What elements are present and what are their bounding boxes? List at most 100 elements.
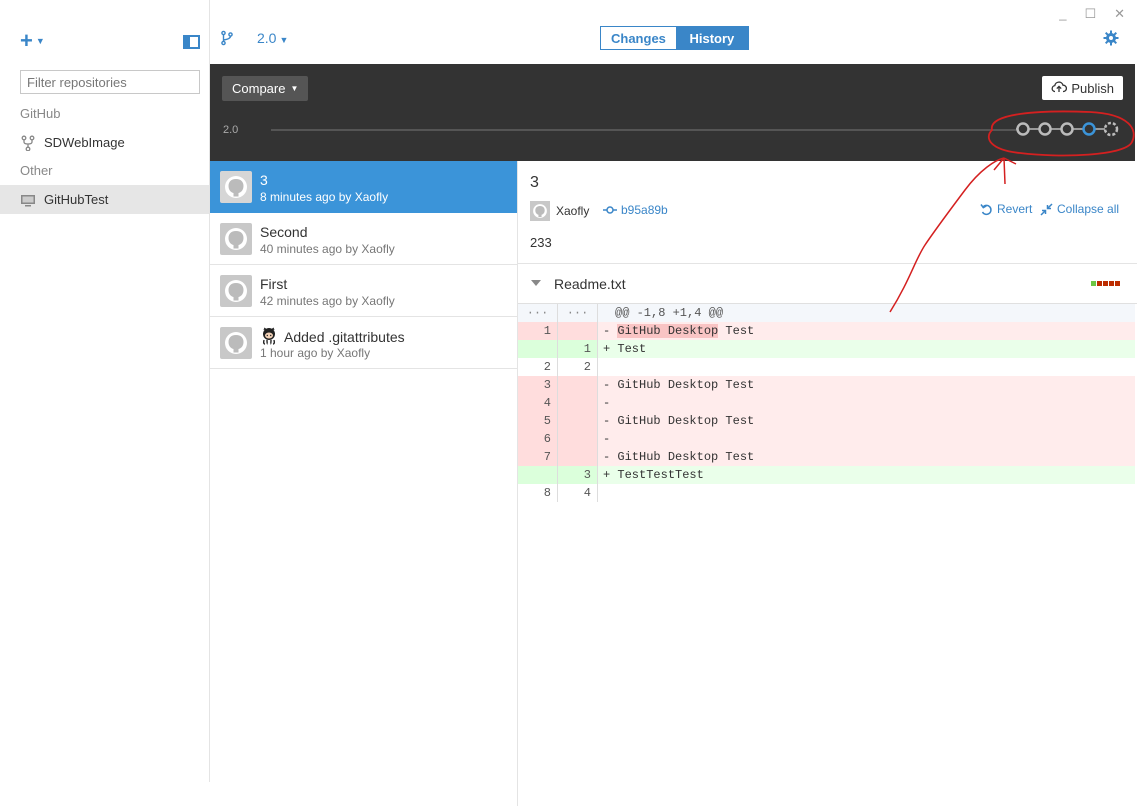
diff-line: 84 — [518, 484, 1135, 502]
compare-button[interactable]: Compare ▼ — [222, 76, 309, 101]
commit-meta: 8 minutes ago by Xaofly — [260, 190, 389, 204]
commit-meta: 42 minutes ago by Xaofly — [260, 294, 395, 308]
diffstat-block — [1115, 281, 1120, 286]
commit-sha-label: b95a89b — [621, 203, 668, 217]
caret-down-icon: ▼ — [290, 84, 299, 93]
commit-title: Added .gitattributes — [284, 329, 405, 345]
collapse-icon — [1040, 202, 1053, 216]
old-line-number: 5 — [518, 412, 558, 430]
new-line-number: 2 — [558, 358, 598, 376]
commit-icon — [603, 206, 617, 214]
new-line-number: 1 — [558, 340, 598, 358]
old-line-number: 2 — [518, 358, 558, 376]
diff-line: 4- — [518, 394, 1135, 412]
diff-line: 3 - GitHub Desktop Test — [518, 376, 1135, 394]
avatar — [220, 171, 252, 203]
caret-down-icon: ▼ — [279, 35, 289, 45]
diffstat-block — [1091, 281, 1096, 286]
commit-description: 233 — [530, 235, 552, 250]
old-line-number: 1 — [518, 322, 558, 340]
file-name: Readme.txt — [554, 276, 626, 292]
collapse-all-button[interactable]: Collapse all — [1040, 202, 1119, 216]
add-repository-button[interactable]: + ▼ — [20, 30, 45, 52]
diff-sign: + — [603, 468, 611, 482]
publish-button[interactable]: Publish — [1042, 76, 1123, 100]
old-line-number: 8 — [518, 484, 558, 502]
diff-text: Test — [617, 342, 647, 356]
diff-line-code: + TestTestTest — [598, 466, 1135, 484]
diff-sign: - — [603, 432, 611, 446]
avatar — [220, 327, 252, 359]
diff-word-highlight: GitHub Desktop — [617, 324, 719, 338]
new-line-number — [558, 376, 598, 394]
annotation-arrow — [889, 157, 1017, 313]
commit-item[interactable]: Second 40 minutes ago by Xaofly — [210, 213, 517, 265]
avatar — [530, 201, 550, 221]
diffstat — [1091, 281, 1120, 286]
old-line-number: ··· — [518, 304, 558, 322]
sidebar-item-label: SDWebImage — [44, 135, 125, 150]
gear-icon[interactable] — [1103, 30, 1119, 49]
group-label-other: Other — [20, 163, 53, 178]
commit-list: 3 8 minutes ago by Xaofly Second 40 minu… — [210, 161, 518, 806]
diff-sign: + — [603, 342, 611, 356]
new-line-number — [558, 412, 598, 430]
diff-line-code: @@ -1,8 +1,4 @@ — [598, 304, 1135, 322]
diff-text: TestTestTest — [617, 468, 704, 482]
diff-sign — [603, 360, 610, 374]
sidebar-item-label: GitHubTest — [44, 192, 109, 207]
sidebar-item-githubtest[interactable]: GitHubTest — [0, 185, 209, 214]
commit-item[interactable]: Added .gitattributes 1 hour ago by Xaofl… — [210, 317, 517, 369]
collapse-file-icon[interactable] — [531, 280, 541, 286]
plus-icon: + — [20, 28, 33, 53]
diff-text: GitHub Desktop Test — [617, 450, 755, 464]
diff-line-code: - GitHub Desktop Test — [598, 322, 1135, 340]
old-line-number: 4 — [518, 394, 558, 412]
diff-line-code: - GitHub Desktop Test — [598, 412, 1135, 430]
publish-label: Publish — [1071, 80, 1114, 96]
collapse-all-label: Collapse all — [1057, 202, 1120, 216]
sidebar-item-sdwebimage[interactable]: SDWebImage — [0, 128, 209, 157]
commit-item[interactable]: 3 8 minutes ago by Xaofly — [210, 161, 517, 213]
diff-line: 5 - GitHub Desktop Test — [518, 412, 1135, 430]
view-switcher: Changes History — [600, 26, 749, 50]
diff-line: 1 - GitHub Desktop Test — [518, 322, 1135, 340]
diff-view: ··· ··· @@ -1,8 +1,4 @@ 1- GitHub Desktop T… — [518, 304, 1137, 502]
commit-title: First — [260, 276, 288, 292]
diffstat-block — [1103, 281, 1108, 286]
branch-name-label: 2.0 — [257, 30, 277, 46]
new-line-number: ··· — [558, 304, 598, 322]
commit-sha-link[interactable]: b95a89b — [603, 203, 668, 217]
new-line-number — [558, 430, 598, 448]
new-line-number — [558, 322, 598, 340]
branch-icon — [220, 30, 234, 49]
diff-line: 7 - GitHub Desktop Test — [518, 448, 1135, 466]
diff-line-code — [598, 484, 1135, 502]
commit-item[interactable]: First 42 minutes ago by Xaofly — [210, 265, 517, 317]
toggle-sidebar-icon[interactable] — [183, 35, 200, 49]
commit-detail-title: 3 — [530, 174, 539, 191]
diff-sign: - — [603, 414, 611, 428]
octocat-emoji-icon — [260, 327, 278, 348]
group-label-github: GitHub — [20, 106, 61, 121]
tab-history[interactable]: History — [675, 27, 748, 49]
diff-line-code: - — [598, 430, 1135, 448]
commit-title: 3 — [260, 172, 268, 188]
branch-selector[interactable]: 2.0 ▼ — [257, 30, 288, 46]
diff-line-code — [598, 358, 1135, 376]
diff-line-code: - — [598, 394, 1135, 412]
old-line-number — [518, 466, 558, 484]
commit-meta: 40 minutes ago by Xaofly — [260, 242, 395, 256]
diff-line-code: - GitHub Desktop Test — [598, 448, 1135, 466]
diff-line: 3 + TestTestTest — [518, 466, 1135, 484]
avatar — [220, 275, 252, 307]
caret-down-icon: ▼ — [35, 36, 45, 46]
diff-text: GitHub Desktop Test — [617, 378, 755, 392]
old-line-number: 3 — [518, 376, 558, 394]
fork-icon — [20, 135, 36, 151]
toolbar: 2.0 ▼ Changes History — [210, 0, 1137, 64]
sidebar: + ▼ GitHub SDWebImage Other GitHubTest — [0, 0, 210, 782]
diff-text: Test — [718, 324, 755, 338]
filter-repositories-input[interactable] — [20, 70, 200, 94]
tab-changes[interactable]: Changes — [601, 27, 676, 49]
